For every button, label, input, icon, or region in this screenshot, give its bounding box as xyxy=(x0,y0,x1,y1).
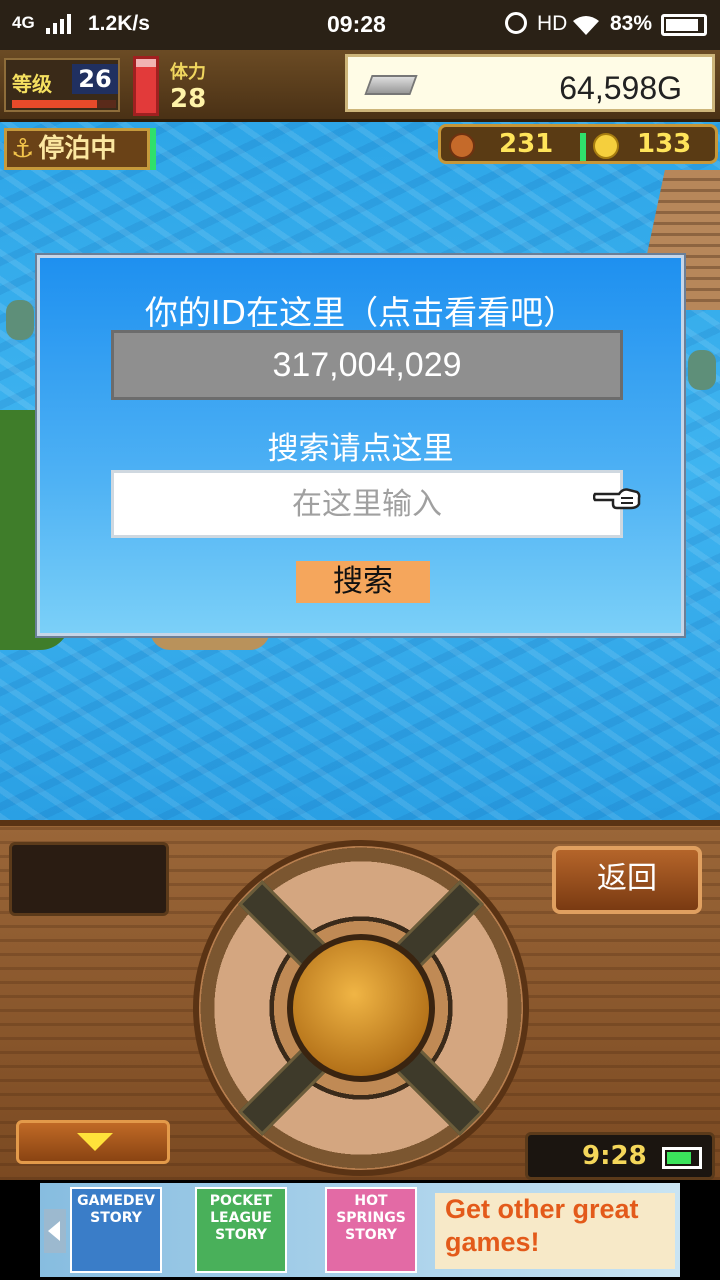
food-count: 231 xyxy=(499,129,554,159)
rock xyxy=(688,350,716,390)
gold-amount: 64,598G xyxy=(559,70,682,106)
ad-banner[interactable]: GAMEDEV STORY POCKET LEAGUE STORY HOT SP… xyxy=(0,1180,720,1280)
search-label: 搜索请点这里 xyxy=(267,431,454,467)
ad-cta[interactable]: Get other great games! xyxy=(435,1193,675,1269)
battery-icon xyxy=(662,1147,702,1169)
search-button[interactable]: 搜索 xyxy=(296,561,430,603)
clock-time: 9:28 xyxy=(582,1141,647,1171)
arrow-left-icon[interactable] xyxy=(44,1209,66,1253)
stamina-panel: 体力 28 xyxy=(170,58,206,114)
status-badge-label: 停泊中 xyxy=(38,134,117,164)
scroll-down-button[interactable] xyxy=(16,1120,170,1164)
center-menu-button[interactable] xyxy=(287,934,435,1082)
stamina-label: 体力 xyxy=(170,62,206,83)
network-type: 4G xyxy=(12,13,35,32)
down-arrow-icon xyxy=(77,1133,113,1151)
rock xyxy=(6,300,34,340)
level-value: 26 xyxy=(72,64,118,94)
gold-panel: 64,598G xyxy=(345,54,715,112)
medal-icon xyxy=(593,133,619,159)
friend-search-dialog: 你的ID在这里（点击看看吧） 317,004,029 搜索请点这里 搜索 xyxy=(35,253,686,638)
ad-game-pocket-league[interactable]: POCKET LEAGUE STORY xyxy=(195,1187,287,1273)
ad-game-gamedev[interactable]: GAMEDEV STORY xyxy=(70,1187,162,1273)
network-speed: 1.2K/s xyxy=(88,12,150,35)
level-progress-bar xyxy=(12,100,116,108)
ad-game-hot-springs[interactable]: HOT SPRINGS STORY xyxy=(325,1187,417,1273)
dialog-title[interactable]: 你的ID在这里（点击看看吧） xyxy=(40,286,681,334)
level-label: 等级 xyxy=(12,72,52,96)
wifi-icon xyxy=(573,16,599,35)
status-indicator xyxy=(150,128,156,170)
game-clock: 9:28 xyxy=(525,1132,715,1180)
back-button[interactable]: 返回 xyxy=(552,846,702,914)
pointing-hand-icon xyxy=(593,488,641,510)
status-badge: ⚓ 停泊中 xyxy=(4,128,150,170)
stamina-bar xyxy=(133,56,159,116)
player-id-display[interactable]: 317,004,029 xyxy=(111,330,623,400)
food-icon xyxy=(449,133,475,159)
silver-ingot-icon xyxy=(364,75,418,95)
control-panel: 返回 9:28 xyxy=(0,820,720,1180)
stamina-value: 28 xyxy=(170,84,207,114)
top-hud: 等级 26 体力 28 64,598G xyxy=(0,50,720,122)
anchor-icon: ⚓ xyxy=(11,134,35,164)
battery-percent: 83% xyxy=(610,12,653,35)
hd-indicator: HD xyxy=(537,12,568,35)
status-bar: 4G 1.2K/s 09:28 HD 83% xyxy=(0,0,720,50)
status-time: 09:28 xyxy=(327,11,386,37)
resource-counters: 231 133 xyxy=(438,124,718,164)
search-input[interactable] xyxy=(111,470,623,538)
counter-separator xyxy=(580,133,586,161)
game-scene: 等级 26 体力 28 64,598G ⚓ 停泊中 231 133 你的ID在这里… xyxy=(0,50,720,820)
battery-icon xyxy=(661,14,707,36)
alarm-icon xyxy=(505,12,527,34)
empty-slot xyxy=(9,842,169,916)
level-panel: 等级 26 xyxy=(4,58,120,112)
signal-icon xyxy=(46,14,72,34)
medal-count: 133 xyxy=(637,129,692,159)
ad-content[interactable]: GAMEDEV STORY POCKET LEAGUE STORY HOT SP… xyxy=(40,1183,680,1277)
